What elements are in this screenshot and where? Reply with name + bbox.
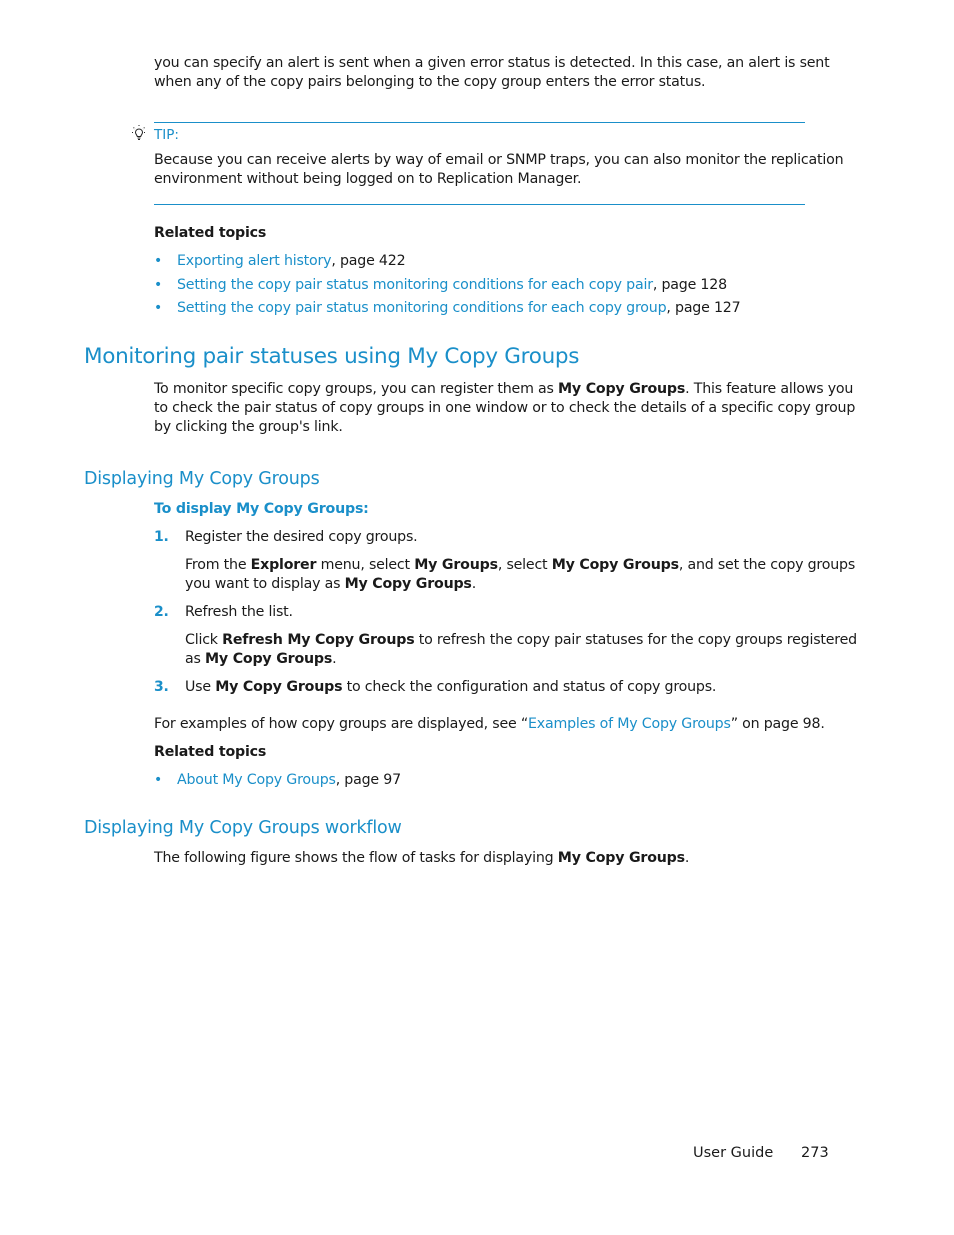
page-ref: , page 127 [666,300,741,316]
text: by clicking the group's link. [154,419,343,435]
examples-sentence: For examples of how copy groups are disp… [154,715,825,734]
intro-line-1: you can specify an alert is sent when a … [154,55,830,71]
bullet: • [154,772,163,788]
ui-term: My Copy Groups [215,679,343,695]
text: as [185,651,205,667]
examples-link[interactable]: Examples of My Copy Groups [528,716,731,732]
bullet: • [154,253,163,269]
ui-term: My Copy Groups [551,557,679,573]
ui-term: My Copy Groups [558,381,686,397]
step-detail: Click Refresh My Copy Groups to refresh … [185,631,857,669]
text: you want to display as [185,576,345,592]
tip-line-1: Because you can receive alerts by way of… [154,152,844,168]
text: to check the pair status of copy groups … [154,400,856,416]
page-ref: , page 422 [331,253,406,269]
step-detail: From the Explorer menu, select My Groups… [185,556,855,594]
tip-top-rule [154,122,805,123]
step-number: 1. [154,529,169,545]
related-topics-heading: Related topics [154,744,267,760]
related-topic-link[interactable]: Setting the copy pair status monitoring … [177,277,653,293]
tip-label: TIP: [154,127,179,143]
step-number: 3. [154,679,169,695]
page-ref: , page 97 [335,772,401,788]
page-ref: , page 128 [652,277,727,293]
step-number: 2. [154,604,169,620]
lightbulb-icon [130,124,148,142]
text: Click [185,632,223,648]
text: to check the configuration and status of… [342,679,717,695]
text: The following figure shows the flow of t… [154,850,558,866]
text: to refresh the copy pair statuses for th… [414,632,857,648]
related-topic-link[interactable]: About My Copy Groups [177,772,336,788]
workflow-paragraph: The following figure shows the flow of t… [154,849,689,868]
section-heading-monitoring: Monitoring pair statuses using My Copy G… [84,344,580,369]
text: . [684,850,690,866]
bullet: • [154,300,163,316]
monitoring-paragraph: To monitor specific copy groups, you can… [154,380,855,437]
section-heading-displaying: Displaying My Copy Groups [84,469,320,489]
footer-guide-label: User Guide [693,1145,774,1161]
text: menu, select [316,557,415,573]
intro-line-2: when any of the copy pairs belonging to … [154,74,706,90]
ui-term: My Copy Groups [557,850,685,866]
related-topic-link[interactable]: Setting the copy pair status monitoring … [177,300,667,316]
intro-paragraph: you can specify an alert is sent when a … [154,54,830,92]
procedure-title: To display My Copy Groups: [154,501,369,517]
text: ” on page 98. [730,716,825,732]
tip-text: Because you can receive alerts by way of… [154,151,844,189]
tip-bottom-rule [154,204,805,205]
step-text: Register the desired copy groups. [185,529,418,545]
step-text: Refresh the list. [185,604,293,620]
text: . [471,576,477,592]
tip-line-2: environment without being logged on to R… [154,171,582,187]
footer-page-number: 273 [801,1145,829,1161]
text: . [332,651,337,667]
ui-term: My Copy Groups [344,576,472,592]
text: . This feature allows you [685,381,854,397]
related-topics-heading: Related topics [154,225,267,241]
ui-term: Refresh My Copy Groups [222,632,415,648]
text: , select [497,557,552,573]
bullet: • [154,277,163,293]
text: To monitor specific copy groups, you can… [154,381,558,397]
text: From the [185,557,251,573]
ui-term: Explorer [250,557,317,573]
related-topic-link[interactable]: Exporting alert history [177,253,332,269]
text: For examples of how copy groups are disp… [154,716,529,732]
ui-term: My Copy Groups [205,651,333,667]
section-heading-workflow: Displaying My Copy Groups workflow [84,818,402,838]
text: Use [185,679,216,695]
text: , and set the copy groups [678,557,856,573]
ui-term: My Groups [414,557,498,573]
